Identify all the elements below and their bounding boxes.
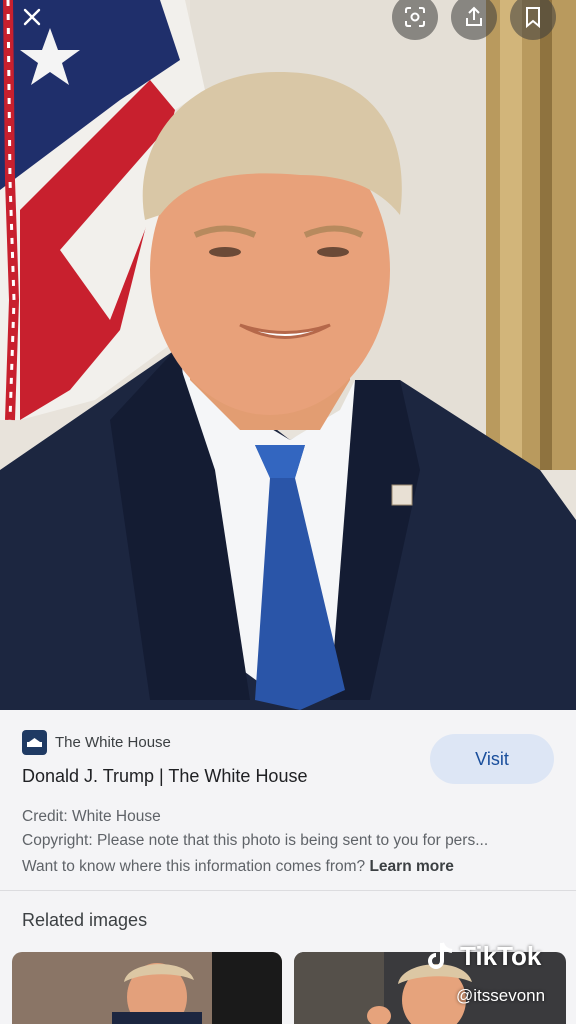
creator-handle: @itssevonn xyxy=(456,986,546,1005)
bookmark-icon xyxy=(526,7,540,28)
close-button[interactable] xyxy=(12,2,52,32)
white-house-logo-icon xyxy=(22,730,47,755)
source-name[interactable]: The White House xyxy=(55,734,171,751)
tiktok-note-icon xyxy=(428,942,453,969)
portrait-illustration xyxy=(0,0,576,710)
source-row[interactable]: The White House xyxy=(22,730,171,755)
related-images-heading: Related images xyxy=(22,910,148,930)
tiktok-watermark: TikTok xyxy=(426,940,541,972)
visit-button[interactable]: Visit xyxy=(430,734,554,784)
info-source-line: Want to know where this information come… xyxy=(22,858,454,876)
copyright-text: Copyright: Please note that this photo i… xyxy=(22,832,489,849)
learn-more-link[interactable]: Learn more xyxy=(369,858,453,875)
main-image[interactable] xyxy=(0,0,576,710)
info-question: Want to know where this information come… xyxy=(22,858,366,875)
related-image-1-illustration xyxy=(12,952,282,1024)
page-title[interactable]: Donald J. Trump | The White House xyxy=(22,766,307,787)
share-icon xyxy=(466,6,482,26)
divider xyxy=(0,890,576,891)
lens-icon xyxy=(405,7,425,27)
related-image-1[interactable] xyxy=(12,952,282,1024)
image-info-panel: The White House Donald J. Trump | The Wh… xyxy=(0,710,576,1024)
tiktok-brand: TikTok xyxy=(460,940,542,971)
close-icon xyxy=(23,8,41,26)
credit-text: Credit: White House xyxy=(22,808,161,825)
